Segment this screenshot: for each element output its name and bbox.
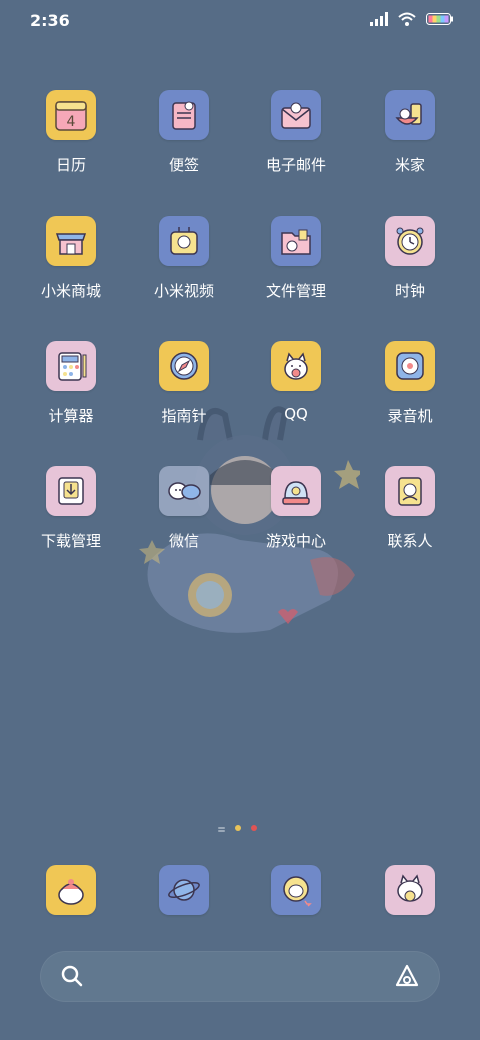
dock (0, 865, 480, 917)
camera-cat-icon (397, 874, 423, 902)
clock-icon (396, 227, 424, 255)
app-label: QQ (284, 405, 308, 423)
app-game-center[interactable]: 游戏中心 (240, 466, 352, 576)
app-label: 游戏中心 (265, 532, 326, 550)
search-icon[interactable] (60, 964, 84, 988)
app-label: 电子邮件 (265, 156, 326, 174)
app-contacts[interactable]: 联系人 (354, 466, 466, 576)
battery-icon (426, 13, 453, 25)
app-compass[interactable]: 指南针 (128, 341, 240, 451)
recorder-icon (396, 352, 424, 380)
compass-icon (170, 352, 198, 380)
game-icon (282, 481, 310, 505)
dock-camera[interactable] (354, 865, 466, 917)
status-time: 2:36 (30, 11, 70, 30)
app-download-manager[interactable]: 下载管理 (15, 466, 127, 576)
app-label: 米家 (394, 156, 425, 174)
store-icon (55, 233, 87, 255)
page-indicator (218, 825, 257, 831)
app-clock[interactable]: 时钟 (354, 216, 466, 326)
planet-icon (168, 879, 200, 901)
download-icon (58, 477, 84, 505)
app-label: 指南针 (161, 407, 207, 425)
dock-messages[interactable] (240, 865, 352, 917)
search-bar[interactable] (40, 951, 440, 1002)
app-label: 文件管理 (265, 282, 326, 300)
app-mi-video[interactable]: 小米视频 (128, 216, 240, 326)
folder-icon (281, 229, 311, 255)
contacts-icon (398, 477, 422, 506)
notes-icon (172, 101, 196, 130)
app-label: 小米视频 (153, 282, 214, 300)
app-label: 下载管理 (40, 532, 101, 550)
page-dot-3[interactable] (251, 825, 257, 831)
page-dot-2[interactable] (235, 825, 241, 831)
app-calculator[interactable]: 计算器 (15, 341, 127, 451)
app-file-manager[interactable]: 文件管理 (240, 216, 352, 326)
mail-icon (281, 102, 311, 129)
app-qq[interactable]: QQ (240, 341, 352, 451)
app-notes[interactable]: 便签 (128, 90, 240, 200)
app-label: 便签 (168, 156, 199, 174)
app-label: 时钟 (394, 282, 425, 300)
svg-text:4: 4 (67, 114, 76, 130)
status-bar: 2:36 (0, 0, 480, 42)
signal-icon (370, 12, 388, 26)
qq-icon (284, 352, 308, 380)
app-mi-store[interactable]: 小米商城 (15, 216, 127, 326)
dock-phone[interactable] (15, 865, 127, 917)
calendar-icon: 4 (55, 101, 87, 131)
phone-cat-icon (58, 879, 84, 905)
assistant-icon[interactable] (394, 963, 420, 989)
dock-browser[interactable] (128, 865, 240, 917)
app-label: 计算器 (48, 407, 94, 425)
app-label: 微信 (168, 532, 199, 550)
app-mijia[interactable]: 米家 (354, 90, 466, 200)
app-label: 日历 (55, 156, 86, 174)
app-label: 联系人 (387, 532, 433, 550)
video-icon (170, 227, 198, 255)
app-label: 小米商城 (40, 282, 101, 300)
app-wechat[interactable]: 微信 (128, 466, 240, 576)
app-email[interactable]: 电子邮件 (240, 90, 352, 200)
status-icons (370, 12, 454, 26)
app-calendar[interactable]: 4 日历 (15, 90, 127, 200)
wifi-icon (398, 12, 416, 26)
mijia-icon (395, 103, 422, 125)
page-dot-1[interactable] (218, 827, 225, 829)
calculator-icon (58, 352, 87, 381)
message-icon (283, 876, 312, 907)
app-label: 录音机 (387, 407, 433, 425)
wechat-icon (168, 482, 201, 500)
app-recorder[interactable]: 录音机 (354, 341, 466, 451)
